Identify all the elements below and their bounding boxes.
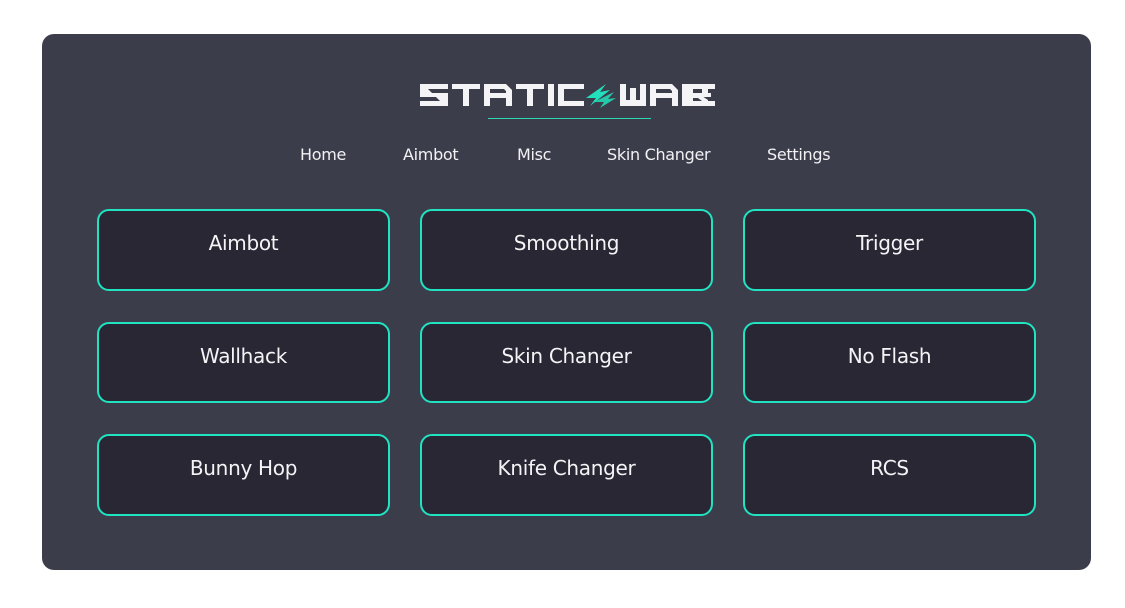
lightning-bolt-icon <box>586 84 616 108</box>
logo <box>420 84 708 108</box>
feature-button-aimbot[interactable]: Aimbot <box>97 209 390 291</box>
logo-text-static <box>420 84 584 106</box>
feature-button-knife-changer[interactable]: Knife Changer <box>420 434 713 516</box>
nav-item-settings[interactable]: Settings <box>767 145 831 164</box>
nav-item-aimbot[interactable]: Aimbot <box>403 145 459 164</box>
nav-item-skin-changer[interactable]: Skin Changer <box>607 145 711 164</box>
feature-button-trigger[interactable]: Trigger <box>743 209 1036 291</box>
nav-item-misc[interactable]: Misc <box>517 145 551 164</box>
feature-button-bunny-hop[interactable]: Bunny Hop <box>97 434 390 516</box>
feature-button-skin-changer[interactable]: Skin Changer <box>420 322 713 403</box>
feature-button-no-flash[interactable]: No Flash <box>743 322 1036 403</box>
feature-button-rcs[interactable]: RCS <box>743 434 1036 516</box>
main-nav: Home Aimbot Misc Skin Changer Settings <box>42 145 1091 165</box>
feature-button-smoothing[interactable]: Smoothing <box>420 209 713 291</box>
nav-item-home[interactable]: Home <box>300 145 346 164</box>
logo-letter-e <box>687 84 715 106</box>
feature-button-wallhack[interactable]: Wallhack <box>97 322 390 403</box>
main-panel: Home Aimbot Misc Skin Changer Settings A… <box>42 34 1091 570</box>
logo-underline <box>488 118 651 119</box>
